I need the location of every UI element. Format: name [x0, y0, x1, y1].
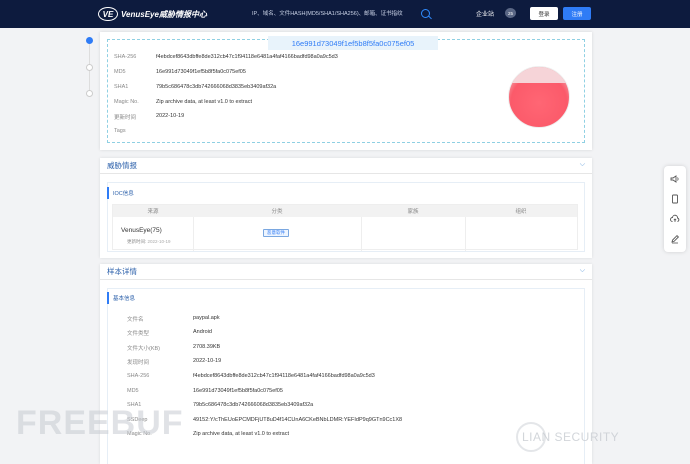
summary-row: 更新时间 2022-10-19 [114, 113, 184, 121]
freebuf-watermark: FREEBUF [16, 404, 184, 442]
detail-key: SHA-256 [127, 373, 150, 379]
detail-value: 79b5c686478c3db742666068d3835eb3409af32a [193, 402, 314, 408]
ioc-source: VenusEye(75) [121, 227, 162, 234]
chevron-down-icon[interactable]: ⌵ [580, 267, 585, 275]
detail-value: paypal.apk [193, 315, 220, 321]
detail-row: MD5 16e991d73049f1ef5b8f5fa0c075ef05 [127, 388, 283, 394]
summary-row-value: 16e991d73049f1ef5b8f5fa0c075ef05 [156, 69, 246, 75]
login-button[interactable]: 登录 [530, 7, 558, 20]
search-input[interactable] [246, 6, 418, 22]
ioc-table: 来源 分类 家族 组织 VenusEye(75) 更新时间: 2022-10-1… [112, 204, 578, 251]
detail-value: f4ebdcef8643dbffe8de312cb47c1f94118e6481… [193, 373, 375, 379]
timeline-dot-summary[interactable] [86, 37, 93, 44]
detail-value: 49152:Y/cThEUoEPCMDFjUT8uD4f14CUnA6CKeBN… [193, 417, 403, 423]
detail-key: 发现时间 [127, 360, 150, 366]
detail-key: 文件类型 [127, 331, 150, 337]
detail-row: 发现时间 2022-10-19 [127, 358, 221, 366]
edit-icon[interactable] [668, 232, 682, 246]
register-button[interactable]: 注册 [563, 7, 591, 20]
enterprise-badge: 25 [505, 8, 516, 18]
venuseye-logo[interactable]: VE VenusEye威胁情报中心 [98, 7, 207, 21]
detail-key: 文件名 [127, 317, 144, 323]
summary-row: SHA-256 f4ebdcef8643dbffe8de312cb47c1f94… [114, 54, 338, 60]
basic-info-title: 基本信息 [107, 292, 135, 304]
lian-security-watermark: LIAN SECURITY [522, 430, 620, 444]
top-navigation-bar: VE VenusEye威胁情报中心 企业站 25 登录 注册 [0, 0, 690, 28]
summary-row: Magic No. Zip archive data, at least v1.… [114, 99, 252, 105]
summary-row-key: MD5 [114, 69, 126, 75]
floating-toolbar [664, 166, 686, 252]
ioc-col-header: 来源 [113, 205, 193, 217]
summary-row-value: Zip archive data, at least v1.0 to extra… [156, 99, 252, 105]
detail-row: SHA-256 f4ebdcef8643dbffe8de312cb47c1f94… [127, 373, 375, 379]
search-icon[interactable] [421, 9, 430, 18]
timeline-dot-sample[interactable] [86, 90, 93, 97]
divider [361, 217, 362, 251]
sample-details-title: 样本详情 [107, 267, 137, 276]
detail-value: 2708.39KB [193, 344, 221, 350]
summary-row: SHA1 79b5c686478c3db742666068d3835eb3409… [114, 84, 276, 90]
detail-value: Zip archive data, at least v1.0 to extra… [193, 431, 289, 437]
summary-row-value: f4ebdcef8643dbffe8de312cb47c1f94118e6481… [156, 54, 338, 60]
summary-row-key: SHA-256 [114, 54, 137, 60]
summary-row-key: 更新时间 [114, 115, 137, 121]
ioc-col-header: 组织 [465, 205, 577, 217]
speaker-icon[interactable] [668, 172, 682, 186]
hash-title: 16e991d73049f1ef5b8f5fa0c075ef05 [268, 36, 438, 50]
detail-key: 文件大小(KB) [127, 346, 161, 352]
detail-row: 文件类型 Android [127, 329, 212, 337]
threat-intel-header[interactable]: 威胁情报 ⌵ [100, 158, 592, 174]
phone-icon[interactable] [668, 192, 682, 206]
divider [193, 217, 194, 251]
ioc-updated-value: 2022-10-19 [147, 239, 171, 244]
detail-value: 16e991d73049f1ef5b8f5fa0c075ef05 [193, 388, 283, 394]
logo-text: VenusEye威胁情报中心 [121, 9, 207, 19]
summary-card-inner: 16e991d73049f1ef5b8f5fa0c075ef05 SHA-256… [107, 36, 585, 143]
threat-intel-title: 威胁情报 [107, 161, 137, 170]
summary-row: MD5 16e991d73049f1ef5b8f5fa0c075ef05 [114, 69, 246, 75]
detail-row: 文件大小(KB) 2708.39KB [127, 344, 220, 352]
malware-category-tag[interactable]: 恶意软件 [263, 229, 289, 237]
enterprise-link[interactable]: 企业站 [476, 9, 494, 18]
ioc-title: IOC信息 [107, 187, 134, 199]
pie-top-segment [509, 67, 569, 83]
summary-card: 16e991d73049f1ef5b8f5fa0c075ef05 SHA-256… [100, 32, 592, 150]
detail-key: MD5 [127, 388, 139, 394]
summary-row-key: Tags [114, 128, 126, 134]
summary-row-value: 79b5c686478c3db742666068d3835eb3409af32a [156, 84, 277, 90]
timeline-dot-threat[interactable] [86, 64, 93, 71]
search-box [246, 6, 434, 22]
ioc-updated: 更新时间: 2022-10-19 [127, 239, 171, 244]
threat-score-pie [508, 66, 570, 128]
chevron-down-icon[interactable]: ⌵ [580, 161, 585, 169]
detail-value: 2022-10-19 [193, 358, 222, 364]
ioc-col-header: 家族 [361, 205, 465, 217]
detail-row: 文件名 paypal.apk [127, 315, 220, 323]
sample-details-header[interactable]: 样本详情 ⌵ [100, 264, 592, 280]
ioc-updated-label: 更新时间 [127, 239, 145, 244]
summary-row-key: Magic No. [114, 99, 139, 105]
summary-row-key: SHA1 [114, 84, 129, 90]
summary-row: Tags [114, 128, 156, 134]
divider [465, 217, 466, 251]
detail-value: Android [193, 329, 212, 335]
summary-row-value: 2022-10-19 [156, 113, 185, 119]
cloud-upload-icon[interactable] [668, 212, 682, 226]
ioc-col-header: 分类 [193, 205, 361, 217]
logo-mark: VE [98, 7, 118, 21]
